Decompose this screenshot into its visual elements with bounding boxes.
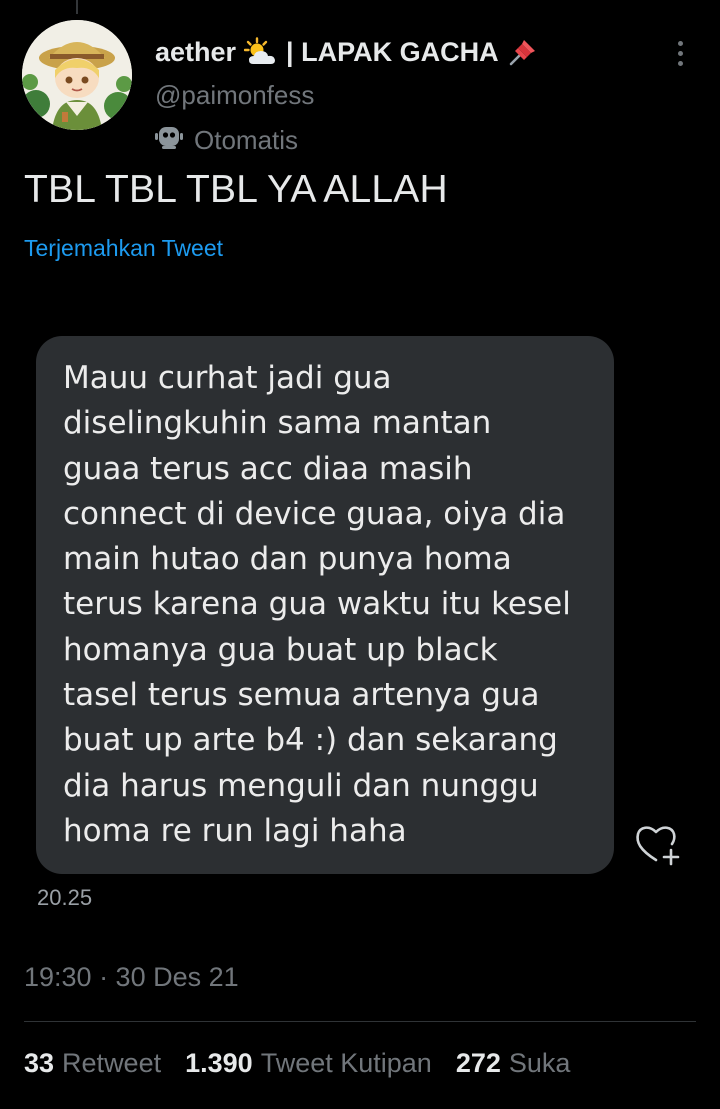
message-line: main hutao dan punya homa [63,541,512,578]
likes-stat[interactable]: 272 Suka [456,1048,571,1079]
divider [24,1021,696,1022]
retweets-label: Retweet [62,1048,162,1078]
sun-behind-cloud-icon [244,37,278,67]
automated-label-text: Otomatis [194,125,299,155]
author-display-name-suffix[interactable]: | LAPAK GACHA [286,37,499,68]
quotes-stat[interactable]: 1.390 Tweet Kutipan [185,1048,432,1079]
message-line: tasel terus semua artenya gua [63,677,540,714]
quotes-label: Tweet Kutipan [260,1048,432,1078]
retweets-count: 33 [24,1048,55,1078]
retweets-stat[interactable]: 33 Retweet [24,1048,161,1079]
message-line: terus karena gua waktu itu kesel [63,586,571,623]
message-line: dia harus menguli dan nunggu [63,767,539,804]
message-time: 20.25 [37,885,93,910]
tweet-timestamp[interactable]: 19:30 · 30 Des 21 [24,962,239,993]
avatar[interactable] [22,20,132,130]
message-line: Mauu curhat jadi gua [63,360,392,396]
author-handle[interactable]: @paimonfess [155,80,314,111]
author-display-name[interactable]: aether [155,37,236,68]
automated-account-label: Otomatis [152,122,298,159]
message-line: homanya gua buat up black [63,631,498,668]
message-line: homa re run lagi haha [63,812,407,849]
likes-label: Suka [508,1048,571,1078]
message-line: buat up arte b4 :) dan sekarang [63,722,558,759]
message-line: guaa terus acc diaa masih [63,450,473,487]
heart-plus-icon [634,820,682,868]
robot-icon [152,122,186,159]
message-line: connect di device guaa, oiya dia [63,495,566,532]
more-options-icon[interactable] [660,36,700,70]
message-line: diselingkuhin sama mantan [63,405,492,442]
pushpin-icon [507,36,539,68]
tweet-text: TBL TBL TBL YA ALLAH [24,168,448,211]
author-name-row[interactable]: aether | LAPAK GACHA [155,32,539,72]
translate-tweet-link[interactable]: Terjemahkan Tweet [24,235,223,262]
engagement-stats: 33 Retweet 1.390 Tweet Kutipan 272 Suka [24,1048,570,1079]
tweet-media-image[interactable]: Mauu curhat jadi gua diselingkuhin sama … [0,300,720,940]
quotes-count: 1.390 [185,1048,253,1078]
thread-connector-line [76,0,78,14]
likes-count: 272 [455,1048,501,1078]
chat-message-text: Mauu curhat jadi gua diselingkuhin sama … [63,356,571,854]
